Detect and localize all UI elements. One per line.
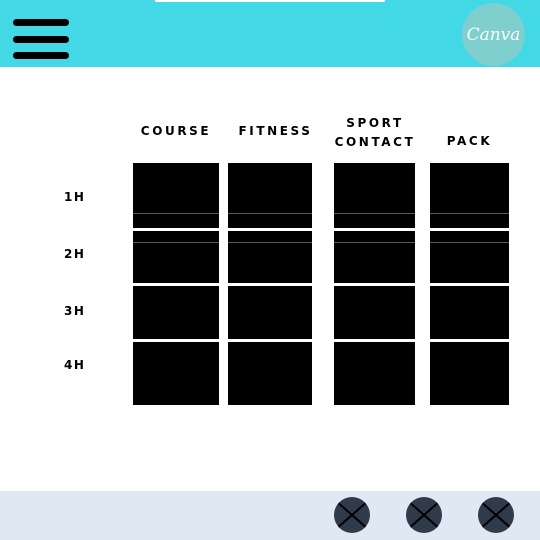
- grid-cell-course-3h[interactable]: [133, 286, 219, 339]
- grid-cell-fitness-1h[interactable]: [228, 163, 312, 228]
- grid-cell-sport-contact-2h[interactable]: [334, 231, 415, 283]
- hamburger-icon-bar: [13, 36, 69, 43]
- grid-cell-sport-contact-3h[interactable]: [334, 286, 415, 339]
- grid-cell-course-1h[interactable]: [133, 163, 219, 228]
- grid-cell-fitness-2h[interactable]: [228, 231, 312, 283]
- column-header-pack: PACK: [430, 134, 509, 148]
- close-icon: [479, 500, 513, 530]
- row-header-2h: 2H: [64, 247, 86, 261]
- close-button-2[interactable]: [406, 497, 442, 533]
- row-header-3h: 3H: [64, 304, 86, 318]
- header-bar: Canva: [0, 0, 540, 67]
- grid-cell-sport-contact-4h[interactable]: [334, 342, 415, 405]
- column-header-label: PACK: [446, 134, 493, 148]
- column-header-label: FITNESS: [238, 124, 313, 138]
- grid-cell-fitness-3h[interactable]: [228, 286, 312, 339]
- grid-cell-pack-2h[interactable]: [430, 231, 509, 283]
- hamburger-icon-bar: [13, 52, 69, 59]
- grid-cell-course-4h[interactable]: [133, 342, 219, 405]
- close-icon: [407, 500, 441, 530]
- hamburger-menu-button[interactable]: [11, 16, 71, 62]
- logo-text: Canva: [466, 24, 521, 45]
- close-button-1[interactable]: [334, 497, 370, 533]
- column-header-label-line2: CONTACT: [334, 135, 416, 149]
- canva-logo: Canva: [462, 3, 525, 66]
- column-header-fitness: FITNESS: [228, 124, 323, 138]
- close-icon: [335, 500, 369, 530]
- grid-cell-fitness-4h[interactable]: [228, 342, 312, 405]
- row-header-1h: 1H: [64, 190, 86, 204]
- row-header-4h: 4H: [64, 358, 86, 372]
- grid-cell-sport-contact-1h[interactable]: [334, 163, 415, 228]
- column-header-course: COURSE: [133, 124, 219, 138]
- close-button-3[interactable]: [478, 497, 514, 533]
- column-header-label: SPORT: [346, 116, 404, 130]
- column-header-label: COURSE: [140, 124, 212, 138]
- grid-cell-course-2h[interactable]: [133, 231, 219, 283]
- header-notch: [155, 0, 385, 2]
- grid-cell-pack-1h[interactable]: [430, 163, 509, 228]
- grid-cell-pack-4h[interactable]: [430, 342, 509, 405]
- column-header-sport-contact: SPORT CONTACT: [325, 114, 425, 152]
- grid-cell-pack-3h[interactable]: [430, 286, 509, 339]
- footer-bar: [0, 491, 540, 540]
- hamburger-icon: [13, 19, 69, 26]
